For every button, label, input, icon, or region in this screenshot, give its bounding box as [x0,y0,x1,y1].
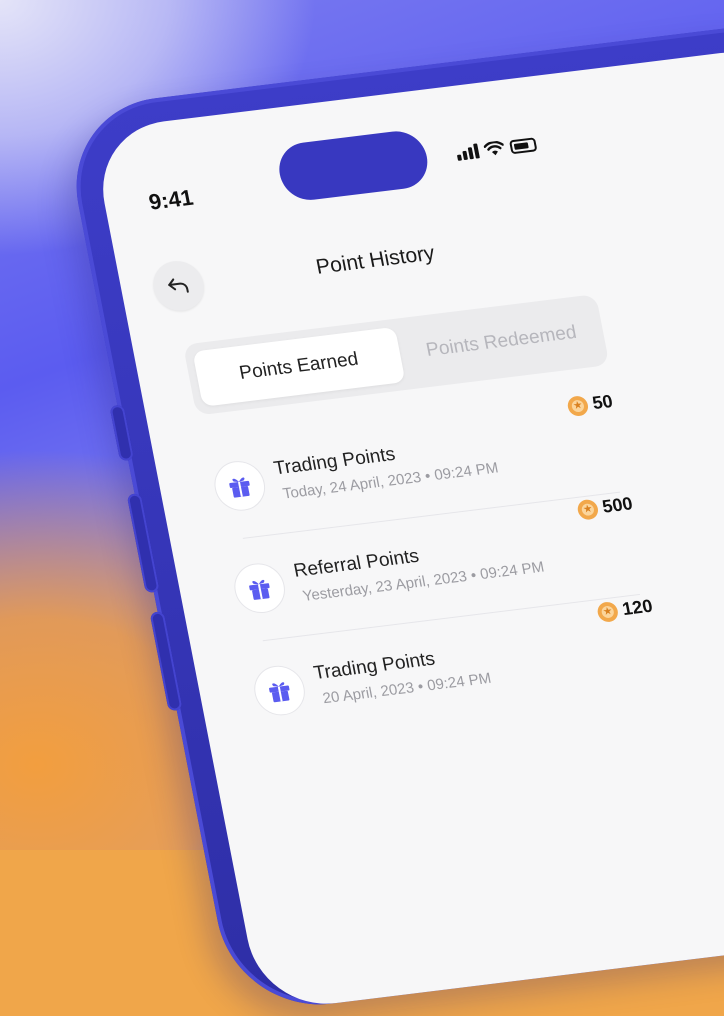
coin-icon: ★ [575,498,600,521]
points-value: ★ 120 [595,595,655,623]
undo-arrow-icon [168,278,189,293]
phone-mockup: 9:41 Point History Points Earned Points … [60,17,724,1016]
coin-icon: ★ [595,600,620,623]
points-value: ★ 500 [575,493,635,521]
status-icons [455,136,538,161]
phone-screen: 9:41 Point History Points Earned Points … [90,44,724,1013]
tab-points-redeemed[interactable]: Points Redeemed [395,302,608,382]
gift-icon [249,662,310,719]
signal-icon [455,143,480,161]
tab-points-earned[interactable]: Points Earned [192,326,406,407]
battery-icon [509,137,538,155]
dynamic-island [274,128,433,204]
points-amount: 500 [600,493,635,517]
status-time: 9:41 [146,184,196,215]
points-amount: 120 [620,595,655,620]
wifi-icon [483,140,504,156]
tab-bar: Points Earned Points Redeemed [182,294,610,416]
page-title: Point History [314,241,437,279]
points-amount: 50 [590,391,615,414]
gift-icon [210,458,270,514]
back-button[interactable] [148,258,209,314]
gift-icon [230,560,290,616]
coin-icon: ★ [565,394,590,417]
points-value: ★ 50 [565,391,615,417]
